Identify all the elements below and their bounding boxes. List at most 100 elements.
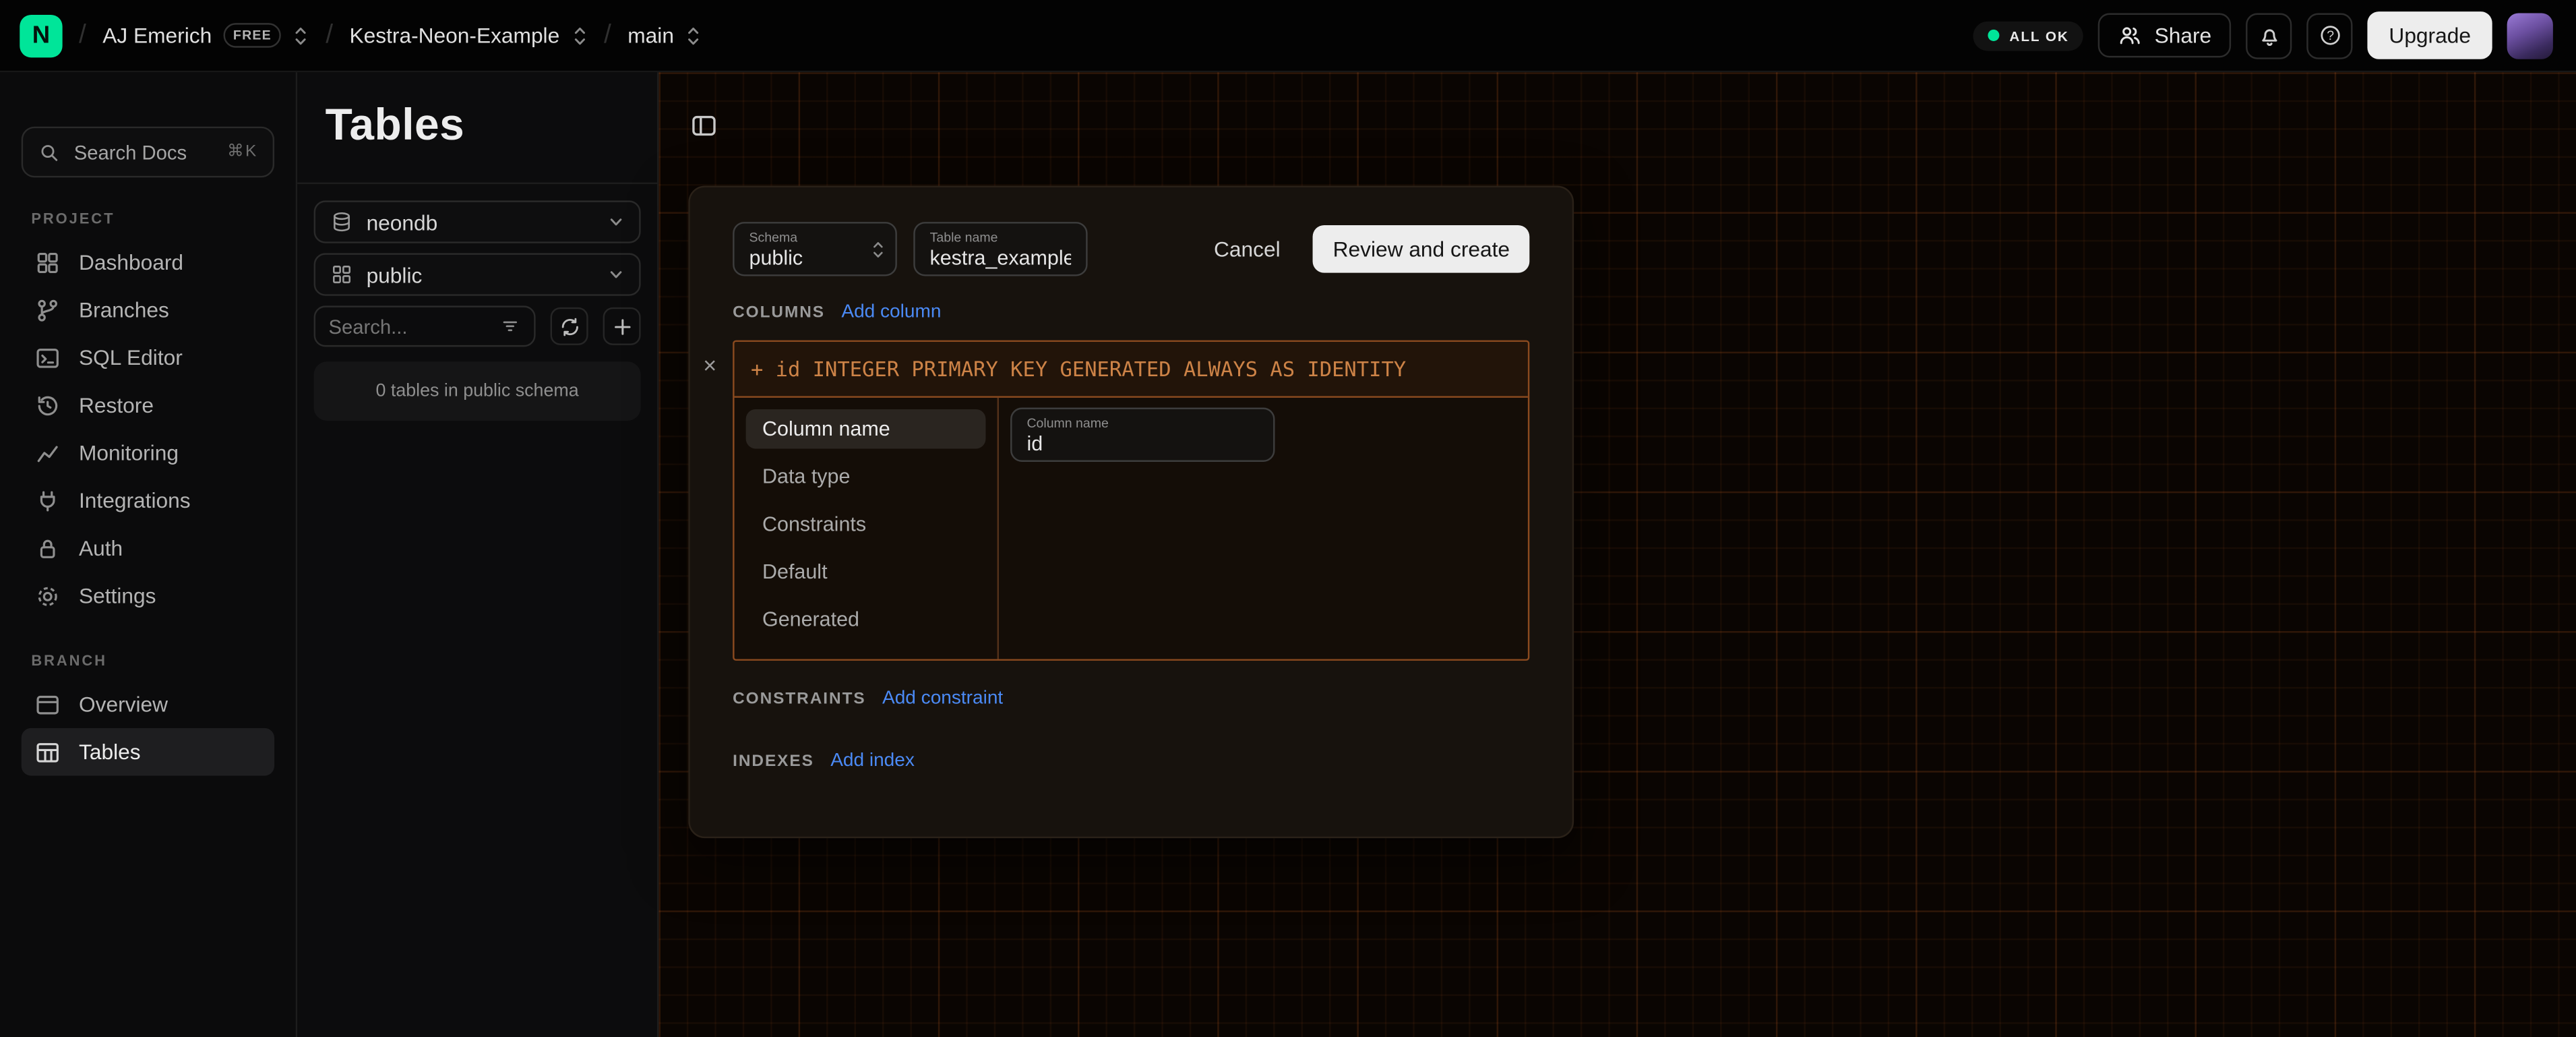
share-button[interactable]: Share: [2099, 13, 2232, 58]
neon-logo[interactable]: N: [20, 14, 62, 57]
branch-name: main: [627, 23, 674, 48]
chevron-down-icon: [608, 266, 624, 283]
users-icon: [2118, 23, 2143, 48]
search-docs-button[interactable]: Search Docs ⌘K: [22, 127, 274, 178]
tab-data-type[interactable]: Data type: [746, 457, 986, 497]
restore-icon: [34, 392, 61, 418]
sidebar-item-label: Branches: [79, 297, 169, 322]
sidebar-item-auth[interactable]: Auth: [22, 525, 274, 572]
column-name-field-label: Column name: [1026, 416, 1258, 431]
chevron-updown-icon: [571, 24, 587, 47]
sidebar-item-overview[interactable]: Overview: [22, 680, 274, 728]
svg-text:?: ?: [2326, 28, 2333, 43]
schema-select-value: public: [367, 262, 423, 287]
help-button[interactable]: ?: [2307, 12, 2353, 58]
status-dot-icon: [1988, 30, 2000, 41]
plan-badge: FREE: [223, 23, 281, 48]
tables-panel-controls: neondb public: [297, 184, 657, 437]
delete-column-button[interactable]: ×: [703, 353, 716, 376]
lock-icon: [34, 535, 61, 561]
sidebar-item-settings[interactable]: Settings: [22, 572, 274, 620]
upgrade-button[interactable]: Upgrade: [2368, 11, 2492, 59]
sidebar-item-label: Monitoring: [79, 440, 179, 465]
dashboard-icon: [34, 249, 61, 275]
indexes-section-label: INDEXES: [733, 752, 814, 770]
share-label: Share: [2155, 23, 2212, 48]
sql-editor-icon: [34, 345, 61, 371]
topbar-actions: ALL OK Share ? Upgrade: [1973, 11, 2553, 59]
chevron-updown-icon: [685, 24, 702, 47]
refresh-icon: [558, 315, 581, 338]
sidebar-section-project: PROJECT: [31, 210, 295, 227]
org-name: AJ Emerich: [102, 23, 212, 48]
breadcrumb-separator: /: [604, 20, 611, 50]
add-table-button[interactable]: [603, 307, 641, 345]
column-editor-tabs: Column name Data type Constraints Defaul…: [735, 398, 999, 659]
sidebar-item-sql-editor[interactable]: SQL Editor: [22, 334, 274, 382]
tables-search-input[interactable]: [329, 315, 490, 338]
project-name: Kestra-Neon-Example: [350, 23, 560, 48]
help-icon: ?: [2317, 23, 2342, 48]
search-docs-shortcut: ⌘K: [227, 143, 258, 161]
database-select[interactable]: neondb: [314, 200, 641, 243]
sidebar-item-integrations[interactable]: Integrations: [22, 477, 274, 525]
gear-icon: [34, 583, 61, 609]
sidebar-item-branches[interactable]: Branches: [22, 286, 274, 334]
add-constraint-link[interactable]: Add constraint: [882, 688, 1003, 708]
schema-field-value: public: [749, 247, 803, 270]
sidebar-item-label: Auth: [79, 536, 123, 561]
add-column-link[interactable]: Add column: [841, 303, 941, 322]
schema-select[interactable]: public: [314, 253, 641, 295]
database-icon: [330, 210, 353, 233]
column-name-field[interactable]: Column name: [1010, 408, 1275, 462]
cancel-button[interactable]: Cancel: [1198, 227, 1297, 271]
main-row: Search Docs ⌘K PROJECT Dashboard Branche…: [0, 72, 2576, 1037]
tab-generated[interactable]: Generated: [746, 600, 986, 640]
sidebar-item-label: Tables: [79, 740, 141, 765]
tab-constraints[interactable]: Constraints: [746, 504, 986, 544]
panel-toggle-button[interactable]: [685, 107, 721, 143]
tables-icon: [34, 739, 61, 765]
columns-section-label: COLUMNS: [733, 303, 825, 322]
branches-icon: [34, 297, 61, 323]
review-and-create-button[interactable]: Review and create: [1313, 225, 1529, 273]
dialog-schema-select[interactable]: Schema public: [733, 222, 897, 276]
tables-search[interactable]: [314, 305, 536, 347]
table-name-field[interactable]: Table name: [913, 222, 1087, 276]
search-icon: [38, 140, 61, 163]
tables-empty-state: 0 tables in public schema: [314, 361, 641, 421]
bell-icon: [2257, 23, 2281, 48]
topbar: N / AJ Emerich FREE / Kestra-Neon-Exampl…: [0, 0, 2576, 72]
sidebar-item-label: SQL Editor: [79, 345, 183, 370]
sidebar-item-label: Dashboard: [79, 250, 183, 275]
breadcrumb-branch[interactable]: main: [627, 23, 702, 48]
dialog-header-row: Schema public Table name Cancel Review a…: [733, 222, 1529, 276]
column-definition-code[interactable]: + id INTEGER PRIMARY KEY GENERATED ALWAY…: [735, 342, 1528, 398]
sidebar-item-monitoring[interactable]: Monitoring: [22, 429, 274, 477]
constraints-section-label: CONSTRAINTS: [733, 690, 866, 708]
breadcrumb-separator: /: [79, 20, 86, 50]
sidebar-item-label: Integrations: [79, 488, 191, 513]
breadcrumb-project[interactable]: Kestra-Neon-Example: [350, 23, 588, 48]
sidebar: Search Docs ⌘K PROJECT Dashboard Branche…: [0, 72, 297, 1037]
integrations-icon: [34, 487, 61, 514]
column-name-input[interactable]: [1026, 431, 1258, 458]
table-name-input[interactable]: [930, 245, 1072, 272]
notifications-button[interactable]: [2246, 12, 2292, 58]
status-badge[interactable]: ALL OK: [1973, 20, 2084, 50]
sidebar-item-label: Settings: [79, 583, 156, 608]
overview-icon: [34, 691, 61, 717]
breadcrumb-separator: /: [326, 20, 333, 50]
breadcrumb-org[interactable]: AJ Emerich FREE: [102, 23, 309, 48]
sidebar-item-dashboard[interactable]: Dashboard: [22, 238, 274, 286]
plus-icon: [611, 315, 634, 338]
add-index-link[interactable]: Add index: [830, 751, 915, 771]
tab-column-name[interactable]: Column name: [746, 409, 986, 449]
user-avatar[interactable]: [2507, 12, 2553, 58]
monitoring-icon: [34, 440, 61, 466]
tab-default[interactable]: Default: [746, 552, 986, 592]
sidebar-item-restore[interactable]: Restore: [22, 382, 274, 429]
refresh-button[interactable]: [551, 307, 588, 345]
sidebar-item-tables[interactable]: Tables: [22, 728, 274, 776]
page-title: Tables: [297, 72, 657, 182]
